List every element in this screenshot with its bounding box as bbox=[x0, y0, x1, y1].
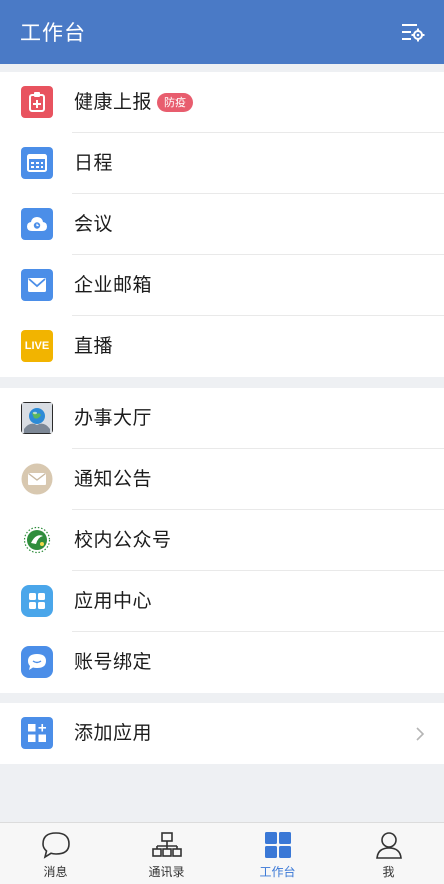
contacts-icon bbox=[151, 830, 183, 860]
app-group-primary: 健康上报 防疫 日程 会议 企业邮箱 LIVE 直播 bbox=[0, 72, 444, 377]
nav-label: 我 bbox=[382, 865, 395, 879]
app-group-add: 添加应用 bbox=[0, 703, 444, 764]
tab-contacts[interactable]: 通讯录 bbox=[111, 823, 222, 884]
app-item-live[interactable]: LIVE 直播 bbox=[0, 316, 444, 377]
app-item-label: 办事大厅 bbox=[74, 407, 153, 429]
app-item-calendar[interactable]: 日程 bbox=[0, 133, 444, 194]
app-item-service-hall[interactable]: 办事大厅 bbox=[0, 388, 444, 449]
list-settings-icon[interactable] bbox=[400, 19, 426, 45]
app-item-meeting[interactable]: 会议 bbox=[0, 194, 444, 255]
globe-hands-icon bbox=[21, 402, 53, 434]
app-item-label: 账号绑定 bbox=[74, 651, 153, 673]
profile-icon bbox=[373, 830, 405, 860]
tab-workbench[interactable]: 工作台 bbox=[222, 823, 333, 884]
app-item-notice[interactable]: 通知公告 bbox=[0, 449, 444, 510]
app-item-label: 校内公众号 bbox=[74, 529, 172, 551]
app-item-label: 添加应用 bbox=[74, 722, 153, 744]
app-item-health-report[interactable]: 健康上报 防疫 bbox=[0, 72, 444, 133]
app-item-label: 日程 bbox=[74, 152, 114, 174]
app-item-label: 通知公告 bbox=[74, 468, 153, 490]
nav-label: 通讯录 bbox=[148, 865, 185, 879]
app-item-account-binding[interactable]: 账号绑定 bbox=[0, 632, 444, 693]
tab-messages[interactable]: 消息 bbox=[0, 823, 111, 884]
page-title: 工作台 bbox=[20, 21, 86, 45]
message-icon bbox=[40, 830, 72, 860]
cloud-meeting-icon bbox=[21, 208, 53, 240]
app-item-label: 企业邮箱 bbox=[74, 274, 153, 296]
envelope-circle-icon bbox=[21, 463, 53, 495]
nav-label: 工作台 bbox=[259, 865, 296, 879]
status-badge: 防疫 bbox=[157, 93, 193, 112]
app-item-mail[interactable]: 企业邮箱 bbox=[0, 255, 444, 316]
school-logo-icon bbox=[21, 524, 53, 556]
mail-icon bbox=[21, 269, 53, 301]
workbench-icon bbox=[262, 830, 294, 860]
live-icon-text: LIVE bbox=[24, 340, 50, 352]
workbench-screen: 工作台 健康上报 防疫 日程 会议 企业邮箱 LIVE 直播 办事大厅 通知公告… bbox=[0, 0, 444, 884]
app-item-app-center[interactable]: 应用中心 bbox=[0, 571, 444, 632]
app-item-label: 会议 bbox=[74, 213, 114, 235]
nav-label: 消息 bbox=[43, 865, 68, 879]
chevron-right-icon bbox=[414, 725, 426, 743]
app-item-official-account[interactable]: 校内公众号 bbox=[0, 510, 444, 571]
app-item-label: 直播 bbox=[74, 335, 114, 357]
app-center-icon bbox=[21, 585, 53, 617]
tab-me[interactable]: 我 bbox=[333, 823, 444, 884]
calendar-icon bbox=[21, 147, 53, 179]
live-icon: LIVE bbox=[21, 330, 53, 362]
health-report-icon bbox=[21, 86, 53, 118]
add-app-icon bbox=[21, 717, 53, 749]
header-bar: 工作台 bbox=[0, 0, 444, 64]
app-item-label: 健康上报 bbox=[74, 91, 153, 113]
app-item-label: 应用中心 bbox=[74, 590, 153, 612]
bottom-nav: 消息 通讯录 工作台 我 bbox=[0, 822, 444, 884]
add-app-button[interactable]: 添加应用 bbox=[0, 703, 444, 764]
chat-bubble-icon bbox=[21, 646, 53, 678]
app-group-secondary: 办事大厅 通知公告 校内公众号 应用中心 账号绑定 bbox=[0, 388, 444, 693]
